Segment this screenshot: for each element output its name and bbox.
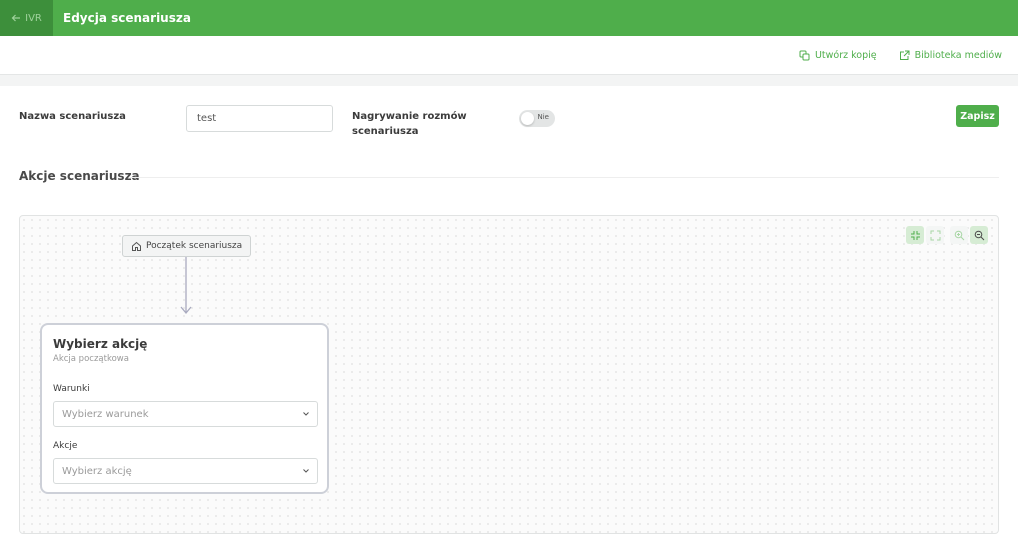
home-icon	[132, 241, 141, 251]
fullscreen-button[interactable]	[926, 226, 944, 244]
copy-scenario-label: Utwórz kopię	[814, 49, 877, 61]
toggle-knob	[521, 112, 534, 125]
recording-toggle[interactable]: Nie	[519, 110, 555, 127]
conditions-label: Warunki	[53, 384, 90, 394]
start-node-label: Początek scenariusza	[146, 241, 243, 251]
recording-label-line2: scenariusza	[352, 126, 419, 137]
sub-toolbar: Utwórz kopię Biblioteka mediów	[0, 36, 1018, 75]
zoom-out-icon	[974, 230, 984, 240]
recording-label: Nagrywanie rozmów scenariusza	[352, 109, 467, 139]
action-node-subtitle: Akcja początkowa	[53, 354, 129, 364]
actions-select-value: Wybierz akcję	[62, 465, 132, 477]
conditions-select[interactable]: Wybierz warunek	[53, 401, 318, 427]
conditions-select-value: Wybierz warunek	[62, 408, 149, 420]
actions-label: Akcje	[53, 441, 78, 451]
external-link-icon	[899, 50, 910, 60]
page-title: Edycja scenariusza	[63, 11, 191, 25]
section-divider	[130, 177, 999, 178]
media-library-link[interactable]: Biblioteka mediów	[899, 50, 1002, 61]
recording-label-line1: Nagrywanie rozmów	[352, 111, 467, 122]
copy-icon	[799, 50, 810, 60]
save-button[interactable]: Zapisz	[956, 105, 999, 127]
flow-canvas[interactable]: Początek scenariusza Wybierz akcję Akcja…	[19, 215, 999, 534]
copy-scenario-link[interactable]: Utwórz kopię	[799, 50, 877, 61]
fit-view-button[interactable]	[906, 226, 924, 244]
fit-view-icon	[910, 230, 920, 240]
back-button-label: IVR	[25, 12, 42, 24]
flow-connector	[180, 257, 192, 315]
chevron-down-icon	[303, 412, 309, 416]
zoom-in-button[interactable]	[950, 226, 968, 244]
actions-select[interactable]: Wybierz akcję	[53, 458, 318, 484]
zoom-in-icon	[954, 230, 964, 240]
arrow-left-icon	[11, 14, 21, 22]
fullscreen-icon	[930, 230, 940, 240]
start-node[interactable]: Początek scenariusza	[122, 235, 252, 257]
action-node-title: Wybierz akcję	[53, 337, 148, 351]
action-node[interactable]: Wybierz akcję Akcja początkowa Warunki W…	[40, 323, 329, 494]
toggle-state-text: Nie	[537, 113, 550, 121]
scenario-name-label: Nazwa scenariusza	[19, 111, 126, 122]
zoom-out-button[interactable]	[970, 226, 988, 244]
scenario-form-card: Nazwa scenariusza Nagrywanie rozmów scen…	[0, 86, 1018, 541]
chevron-down-icon	[303, 469, 309, 473]
header-bar: IVR Edycja scenariusza	[0, 0, 1018, 36]
media-library-label: Biblioteka mediów	[914, 49, 1002, 61]
actions-section-title: Akcje scenariusza	[19, 169, 140, 183]
scenario-name-input[interactable]	[186, 105, 333, 132]
back-button[interactable]: IVR	[0, 0, 53, 36]
